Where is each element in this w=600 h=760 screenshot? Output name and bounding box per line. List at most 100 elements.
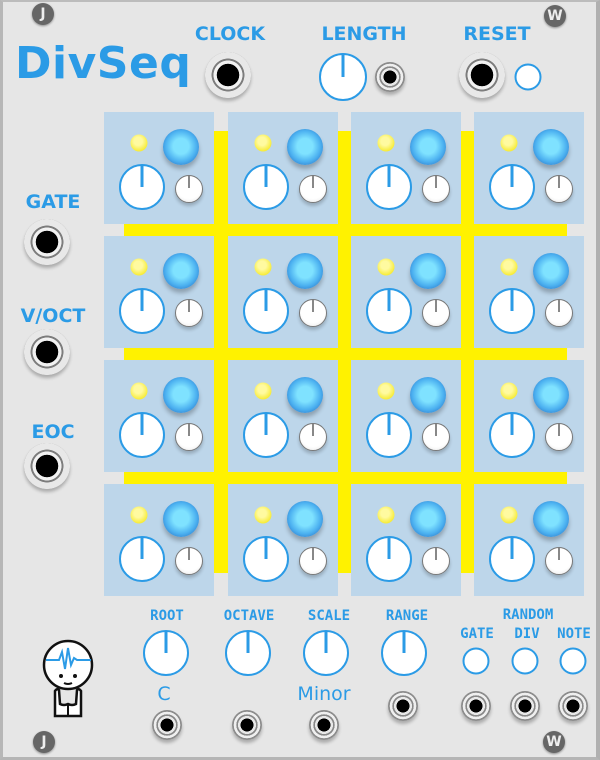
scale-label: SCALE [307,608,351,624]
step-division-knob[interactable] [175,423,203,451]
step-division-knob[interactable] [175,299,203,327]
octave-label: OCTAVE [223,608,275,624]
octave-cv-jack[interactable] [232,710,262,740]
step-gate-button[interactable] [163,129,199,165]
step-note-knob[interactable] [489,412,535,458]
screw-bottom-right: W [543,731,565,753]
step-led [130,506,148,524]
octave-knob[interactable] [225,630,271,676]
step-note-knob[interactable] [119,536,165,582]
root-value-display: C [157,683,171,705]
step-gate-button[interactable] [163,253,199,289]
step-division-knob[interactable] [175,547,203,575]
reset-button[interactable] [514,63,542,91]
voct-label: V/OCT [20,305,86,327]
random-div-trigger-jack[interactable] [510,691,540,721]
step-division-knob[interactable] [422,547,450,575]
step-gate-button[interactable] [287,501,323,537]
mascot-logo-icon [42,639,94,718]
step-led [254,134,272,152]
step-note-knob[interactable] [489,536,535,582]
step-led [130,134,148,152]
clock-input-jack[interactable] [205,52,251,98]
step-gate-button[interactable] [410,501,446,537]
step-gate-button[interactable] [287,129,323,165]
step-note-knob[interactable] [243,412,289,458]
random-gate-trigger-jack[interactable] [461,691,491,721]
step-division-knob[interactable] [422,299,450,327]
step-note-knob[interactable] [243,164,289,210]
range-knob[interactable] [381,630,427,676]
step-division-knob[interactable] [545,175,573,203]
step-led [130,258,148,276]
step-gate-button[interactable] [163,501,199,537]
random-div-button[interactable] [511,647,539,675]
step-gate-button[interactable] [163,377,199,413]
step-note-knob[interactable] [119,164,165,210]
eoc-output-jack[interactable] [24,443,70,489]
step-led [254,258,272,276]
scale-cv-jack[interactable] [309,710,339,740]
step-gate-button[interactable] [410,377,446,413]
length-label: LENGTH [321,23,407,45]
step-division-knob[interactable] [545,423,573,451]
step-cell-5 [104,236,214,348]
step-led [377,134,395,152]
step-cell-6 [228,236,338,348]
step-division-knob[interactable] [299,547,327,575]
root-knob[interactable] [143,630,189,676]
grid-connector-horizontal [124,347,567,360]
step-division-knob[interactable] [175,175,203,203]
voct-output-jack[interactable] [24,329,70,375]
step-division-knob[interactable] [422,423,450,451]
random-div-label: DIV [514,626,540,642]
root-cv-jack[interactable] [152,710,182,740]
random-note-trigger-jack[interactable] [558,691,588,721]
step-gate-button[interactable] [533,377,569,413]
step-gate-button[interactable] [410,129,446,165]
random-note-button[interactable] [559,647,587,675]
grid-connector-horizontal [124,223,567,236]
step-cell-16 [474,484,584,596]
step-note-knob[interactable] [243,536,289,582]
step-note-knob[interactable] [119,412,165,458]
step-led [500,134,518,152]
random-gate-button[interactable] [462,647,490,675]
step-division-knob[interactable] [545,547,573,575]
screw-top-right: W [544,5,566,27]
random-label: RANDOM [502,607,554,623]
step-division-knob[interactable] [545,299,573,327]
gate-output-jack[interactable] [24,219,70,265]
range-label: RANGE [385,608,429,624]
step-note-knob[interactable] [489,164,535,210]
step-note-knob[interactable] [366,536,412,582]
step-note-knob[interactable] [119,288,165,334]
range-cv-jack[interactable] [388,691,418,721]
step-division-knob[interactable] [299,423,327,451]
step-division-knob[interactable] [299,299,327,327]
step-note-knob[interactable] [243,288,289,334]
divseq-module-panel: J W J W DivSeq CLOCK LENGTH RESET GATE V… [0,0,600,760]
step-led [500,258,518,276]
reset-input-jack[interactable] [459,52,505,98]
step-gate-button[interactable] [287,253,323,289]
step-cell-14 [228,484,338,596]
step-gate-button[interactable] [410,253,446,289]
grid-connector-horizontal [124,471,567,484]
length-knob[interactable] [319,53,367,101]
step-gate-button[interactable] [533,253,569,289]
step-led [130,382,148,400]
step-gate-button[interactable] [533,501,569,537]
length-cv-jack[interactable] [375,62,405,92]
scale-knob[interactable] [303,630,349,676]
step-division-knob[interactable] [299,175,327,203]
step-note-knob[interactable] [366,164,412,210]
step-note-knob[interactable] [366,412,412,458]
step-note-knob[interactable] [489,288,535,334]
step-cell-3 [351,112,461,224]
step-division-knob[interactable] [422,175,450,203]
step-gate-button[interactable] [533,129,569,165]
step-note-knob[interactable] [366,288,412,334]
step-gate-button[interactable] [287,377,323,413]
random-note-label: NOTE [557,626,591,642]
